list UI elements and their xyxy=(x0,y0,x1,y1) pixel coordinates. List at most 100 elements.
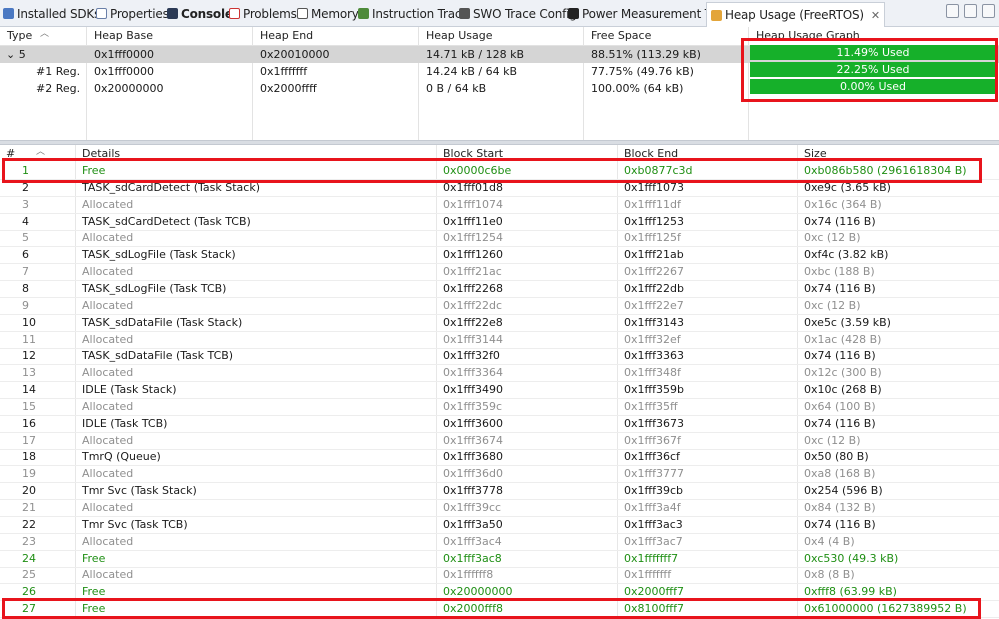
table-row[interactable]: 9 Allocated 0x1fff22dc 0x1fff22e7 0xc (12 B) xyxy=(0,298,999,315)
tab-heap-usage[interactable]: Heap Usage (FreeRTOS) ✕ xyxy=(706,2,885,27)
heap-summary-table: Type ︿ Heap Base Heap End Heap Usage Fre… xyxy=(0,27,999,140)
table-row[interactable]: 19 Allocated 0x1fff36d0 0x1fff3777 0xa8 (168… xyxy=(0,466,999,484)
cell-size: 0xbc (188 B) xyxy=(804,265,875,279)
tab-installed-sdks[interactable]: Installed SDKs xyxy=(3,3,100,24)
minimize-icon[interactable] xyxy=(964,4,977,18)
table-row[interactable]: 17 Allocated 0x1fff3674 0x1fff367f 0xc (12 B… xyxy=(0,433,999,450)
cell-end: 0x1fff359b xyxy=(624,383,684,397)
heap-usage-bar: 11.49% Used xyxy=(750,45,996,60)
table-row[interactable]: 20 Tmr Svc (Task Stack) 0x1fff3778 0x1fff39… xyxy=(0,483,999,501)
swo-icon xyxy=(459,8,470,19)
col-header-block-start[interactable]: Block Start xyxy=(437,145,618,163)
view-menu-icon[interactable] xyxy=(946,4,959,18)
table-row[interactable]: 12 TASK_sdDataFile (Task TCB) 0x1fff32f0 0x… xyxy=(0,348,999,366)
cell-start: 0x1fff21ac xyxy=(443,265,502,279)
close-icon[interactable]: ✕ xyxy=(871,9,880,22)
tab-problems[interactable]: Problems xyxy=(229,3,297,24)
cell-size: 0x254 (596 B) xyxy=(804,484,883,498)
cell-start: 0x1fff32f0 xyxy=(443,349,500,363)
col-header-heap-base[interactable]: Heap Base xyxy=(87,27,253,45)
cell-details: Allocated xyxy=(82,534,134,548)
cell-n: 20 xyxy=(22,484,36,498)
cell-n: 27 xyxy=(22,602,36,616)
cell-n: 3 xyxy=(22,197,29,211)
cell-end: 0xb0877c3d xyxy=(624,164,693,177)
table-row[interactable]: 8 TASK_sdLogFile (Task TCB) 0x1fff2268 0x1f… xyxy=(0,281,999,298)
cell-size: 0x74 (116 B) xyxy=(804,281,876,295)
cell-size: 0x4 (4 B) xyxy=(804,534,855,548)
table-row[interactable]: 5 Allocated 0x1fff1254 0x1fff125f 0xc (12 B) xyxy=(0,230,999,248)
cell-n: 19 xyxy=(22,467,36,481)
view-tab-bar: Installed SDKs Properties Console Proble… xyxy=(0,0,999,27)
cell-end: 0x1fff3a4f xyxy=(624,501,681,514)
table-row[interactable]: 7 Allocated 0x1fff21ac 0x1fff2267 0xbc (188 … xyxy=(0,264,999,282)
cell-end: 0x1fff3143 xyxy=(624,315,684,329)
cell-start: 0x1fff3778 xyxy=(443,484,503,498)
maximize-icon[interactable] xyxy=(982,4,995,18)
memory-icon xyxy=(297,8,308,19)
cell-details: TASK_sdDataFile (Task TCB) xyxy=(82,349,234,363)
cell-size: 0xc (12 B) xyxy=(804,298,861,312)
table-row[interactable]: 26 Free 0x20000000 0x2000fff7 0xfff8 (63.99 … xyxy=(0,584,999,602)
col-header-index[interactable]: # ︿ xyxy=(0,145,76,163)
col-header-type[interactable]: Type ︿ xyxy=(0,27,87,45)
cell-start: 0x1fff2268 xyxy=(443,281,503,295)
chevron-down-icon[interactable]: ⌄ xyxy=(6,48,15,61)
cell-details: Tmr Svc (Task TCB) xyxy=(82,517,188,531)
table-row[interactable]: 16 IDLE (Task TCB) 0x1fff3600 0x1fff3673 0x7… xyxy=(0,416,999,433)
tab-properties[interactable]: Properties xyxy=(96,3,169,24)
cell-end: 0x1fff3777 xyxy=(624,467,684,481)
sort-chevron-icon: ︿ xyxy=(40,29,50,39)
table-row[interactable]: 2 TASK_sdCardDetect (Task Stack) 0x1fff01d… xyxy=(0,180,999,197)
cell-n: 24 xyxy=(22,551,36,565)
tab-memory[interactable]: Memory xyxy=(297,3,359,24)
table-row[interactable]: 3 Allocated 0x1fff1074 0x1fff11df 0x16c (364… xyxy=(0,197,999,214)
cell-details: Allocated xyxy=(82,231,134,245)
table-row[interactable]: 21 Allocated 0x1fff39cc 0x1fff3a4f 0x84 (132… xyxy=(0,500,999,517)
tab-swo-trace-config[interactable]: SWO Trace Config xyxy=(459,3,577,24)
table-row[interactable]: 14 IDLE (Task Stack) 0x1fff3490 0x1fff359b 0… xyxy=(0,382,999,400)
cell-start: 0x1fff3ac4 xyxy=(443,534,502,548)
table-row[interactable]: 13 Allocated 0x1fff3364 0x1fff348f 0x12c (30… xyxy=(0,365,999,383)
heap-blocks-table: # ︿ Details Block Start Block End Size 1… xyxy=(0,145,999,619)
cell-end: 0x2000fff7 xyxy=(624,585,684,599)
table-row[interactable]: 22 Tmr Svc (Task TCB) 0x1fff3a50 0x1fff3ac3… xyxy=(0,517,999,534)
col-header-heap-usage-graph[interactable]: Heap Usage Graph xyxy=(749,27,999,45)
cell-details: Allocated xyxy=(82,568,134,582)
col-header-free-space[interactable]: Free Space xyxy=(584,27,749,45)
cell-end: 0x1fffffff7 xyxy=(624,551,679,565)
table-row[interactable]: 11 Allocated 0x1fff3144 0x1fff32ef 0x1ac (42… xyxy=(0,332,999,349)
table-row[interactable]: 18 TmrQ (Queue) 0x1fff3680 0x1fff36cf 0x50 (… xyxy=(0,449,999,467)
tab-instruction-trace[interactable]: Instruction Trace xyxy=(358,3,469,24)
cell-start: 0x1fff3ac8 xyxy=(443,551,502,565)
cell-end: 0x1fff3363 xyxy=(624,349,684,363)
cell-details: Allocated xyxy=(82,332,134,346)
cell-end: 0x1fff3ac3 xyxy=(624,517,683,531)
table-row[interactable]: 15 Allocated 0x1fff359c 0x1fff35ff 0x64 (100… xyxy=(0,399,999,416)
table-row[interactable]: 23 Allocated 0x1fff3ac4 0x1fff3ac7 0x4 (4 B) xyxy=(0,534,999,551)
col-header-heap-end[interactable]: Heap End xyxy=(253,27,419,45)
col-header-heap-usage[interactable]: Heap Usage xyxy=(419,27,584,45)
table-row[interactable]: 4 TASK_sdCardDetect (Task TCB) 0x1fff11e0 0… xyxy=(0,214,999,231)
cell-size: 0xa8 (168 B) xyxy=(804,467,876,481)
cell-start: 0x1fff359c xyxy=(443,399,503,413)
col-header-block-end[interactable]: Block End xyxy=(618,145,798,163)
cell-end: 0x1fff125f xyxy=(624,231,681,245)
cell-details: TASK_sdLogFile (Task TCB) xyxy=(82,281,227,295)
table-row[interactable]: 25 Allocated 0x1ffffff8 0x1fffffff 0x8 (8 B) xyxy=(0,567,999,585)
cell-end: 0x1fff348f xyxy=(624,366,681,380)
cell-end: 0x8100fff7 xyxy=(624,602,684,616)
tab-power-measurement-tool[interactable]: Power Measurement Tool xyxy=(568,3,727,24)
tab-console[interactable]: Console xyxy=(167,3,233,24)
table-row[interactable]: 1 Free 0x0000c6be 0xb0877c3d 0xb086b580 (296… xyxy=(0,163,999,180)
table-row[interactable]: 27 Free 0x2000fff8 0x8100fff7 0x61000000 (16… xyxy=(0,601,999,619)
col-header-details[interactable]: Details xyxy=(76,145,437,163)
view-window-controls xyxy=(946,4,995,18)
table-row[interactable]: 6 TASK_sdLogFile (Task Stack) 0x1fff1260 0x… xyxy=(0,247,999,265)
table-row[interactable]: 24 Free 0x1fff3ac8 0x1fffffff7 0xc530 (49.3 … xyxy=(0,551,999,568)
cell-n: 9 xyxy=(22,298,29,312)
table-row[interactable]: 10 TASK_sdDataFile (Task Stack) 0x1fff22e8… xyxy=(0,315,999,332)
heap-usage-bar: 0.00% Used xyxy=(750,79,996,94)
col-header-size[interactable]: Size xyxy=(798,145,999,163)
cell-start: 0x1fff3144 xyxy=(443,332,503,346)
